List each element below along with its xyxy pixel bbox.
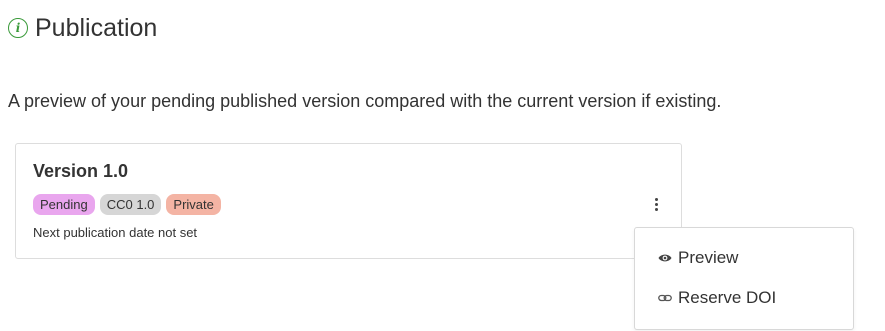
version-title: Version 1.0 [33, 161, 129, 181]
menu-item-preview[interactable]: Preview [657, 248, 738, 268]
actions-dropdown-menu: Preview Reserve DOI [634, 227, 854, 330]
badge-group: Pending CC0 1.0 Private [33, 194, 221, 215]
menu-item-reserve-doi[interactable]: Reserve DOI [657, 288, 776, 308]
link-icon [657, 292, 673, 304]
license-badge: CC0 1.0 [99, 194, 162, 215]
description-text: A preview of your pending published vers… [8, 91, 722, 111]
section-heading: i Publication [8, 13, 157, 43]
eye-icon [657, 252, 673, 264]
visibility-badge-private: Private [166, 194, 221, 215]
kebab-menu-icon[interactable] [650, 193, 662, 215]
page-title: Publication [35, 13, 158, 42]
menu-item-label: Preview [678, 248, 739, 267]
menu-item-label: Reserve DOI [678, 288, 777, 307]
info-icon: i [8, 18, 28, 38]
status-badge-pending: Pending [33, 194, 95, 215]
version-card: Version 1.0 Pending CC0 1.0 Private Next… [15, 143, 682, 259]
next-publication-date: Next publication date not set [33, 225, 198, 240]
